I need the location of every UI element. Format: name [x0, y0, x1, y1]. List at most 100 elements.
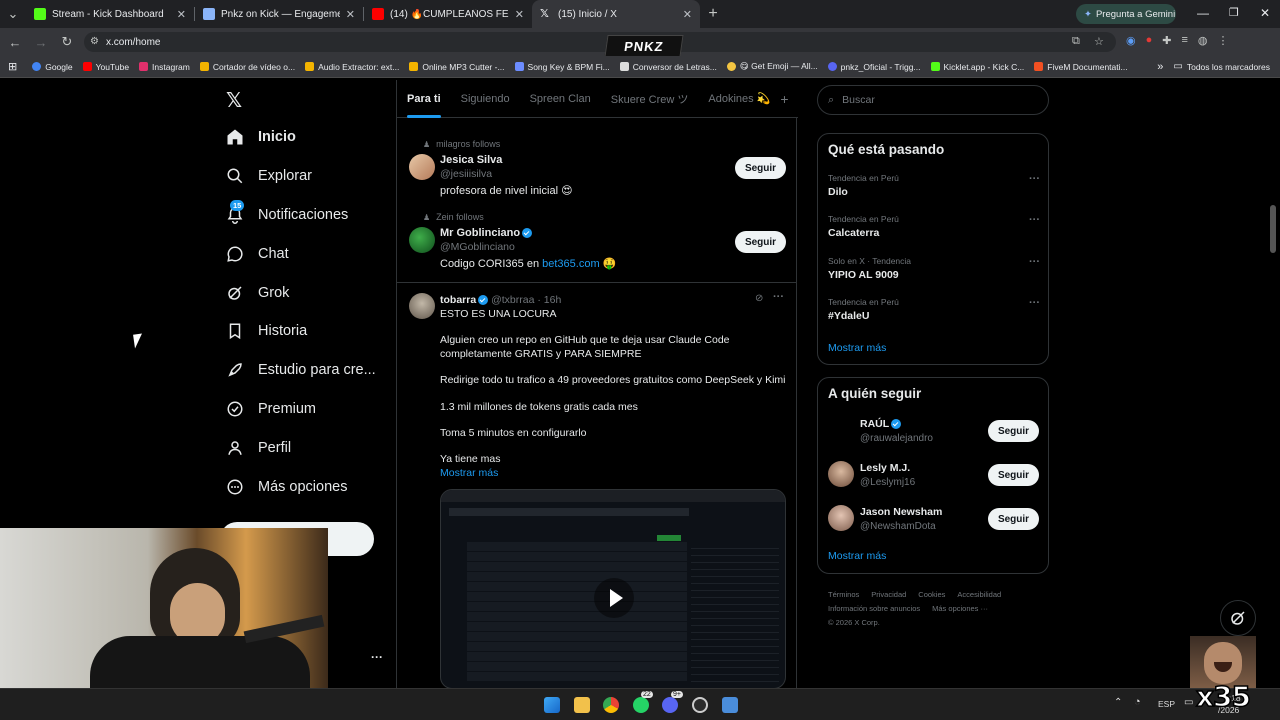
all-bookmarks-folder[interactable]: ▭ Todos los marcadores [1168, 61, 1280, 72]
network-icon[interactable]: ◔ [1134, 696, 1141, 708]
footer-link[interactable]: Términos [828, 588, 859, 602]
tab-skuere-crew[interactable]: Skuere Crew ツ [601, 80, 699, 118]
chrome-menu-icon[interactable]: ⋮ [1218, 34, 1229, 47]
extension-record-icon[interactable]: ● [1146, 34, 1153, 47]
chrome-icon[interactable] [603, 697, 619, 713]
tab-siguiendo[interactable]: Siguiendo [451, 80, 520, 118]
avatar[interactable] [409, 293, 435, 319]
bookmark-get-emoji[interactable]: 😋 Get Emoji — All... [722, 61, 823, 72]
user-name-row[interactable]: Mr Goblinciano [440, 227, 533, 239]
user-handle[interactable]: @Leslymj16 [860, 477, 915, 488]
bio-link[interactable]: bet365.com [542, 258, 599, 270]
footer-link[interactable]: Accesibilidad [957, 588, 1001, 602]
bookmark-song-key[interactable]: Song Key & BPM Fi... [510, 62, 615, 72]
address-bar[interactable]: ⚙ x.com/home ⧉ ☆ [84, 32, 1116, 52]
add-tab-icon[interactable]: + [780, 91, 788, 107]
footer-link[interactable]: Más opciones ··· [932, 602, 988, 616]
follow-button[interactable]: Seguir [988, 464, 1039, 486]
follow-button[interactable]: Seguir [988, 420, 1039, 442]
tweet[interactable]: tobarra @txbrraa · 16h ⊘ ··· ESTO ES UNA… [397, 283, 796, 688]
nav-item-premium[interactable]: Premium [226, 400, 316, 418]
grok-small-icon[interactable]: ⊘ [755, 293, 763, 304]
avatar[interactable] [409, 227, 435, 253]
forward-icon[interactable]: → [28, 29, 54, 55]
media-control-icon[interactable]: ≡ [1181, 34, 1187, 47]
close-window-icon[interactable]: ✕ [1260, 6, 1270, 20]
avatar[interactable] [828, 461, 854, 487]
user-name[interactable]: Lesly M.J. [860, 462, 910, 474]
back-icon[interactable]: ← [2, 29, 28, 55]
nav-item-chat[interactable]: Chat [226, 245, 289, 263]
nav-item-grok[interactable]: Grok [226, 284, 289, 302]
nav-item-notificaciones[interactable]: 15 Notificaciones [226, 200, 348, 224]
tab-close-icon[interactable]: ✕ [515, 8, 524, 21]
show-more-link[interactable]: Mostrar más [828, 342, 886, 354]
reload-icon[interactable]: ↻ [54, 29, 80, 55]
play-button[interactable] [594, 578, 634, 618]
bookmark-instagram[interactable]: Instagram [134, 62, 195, 72]
trend-item[interactable]: Tendencia en Perú #YdaleU ··· [828, 297, 1040, 322]
site-info-icon[interactable]: ⚙ [90, 36, 99, 47]
avatar[interactable] [409, 154, 435, 180]
suggestion-row[interactable]: RAÚL @rauwalejandro Seguir [828, 417, 1040, 453]
avatar[interactable] [828, 419, 854, 445]
account-more-icon[interactable]: ··· [371, 650, 383, 664]
follow-button[interactable]: Seguir [988, 508, 1039, 530]
bookmark-star-icon[interactable]: ☆ [1094, 35, 1104, 48]
user-handle[interactable]: @MGoblinciano [440, 241, 515, 253]
bookmarks-overflow-icon[interactable]: » [1152, 61, 1168, 73]
user-handle[interactable]: @rauwalejandro [860, 433, 933, 444]
bookmark-kicklet[interactable]: Kicklet.app - Kick C... [926, 62, 1030, 72]
nav-item-perfil[interactable]: Perfil [226, 439, 291, 457]
tab-adokines[interactable]: Adokines 💫 [698, 80, 780, 118]
follow-button[interactable]: Seguir [735, 231, 786, 253]
bookmark-google[interactable]: Google [27, 62, 77, 72]
browser-tab-0[interactable]: Stream - Kick Dashboard ✕ [26, 0, 194, 28]
extension-wave-icon[interactable]: ◉ [1126, 34, 1136, 47]
who-to-follow-cell[interactable]: ♟ milagros follows Jesica Silva @jesiiisi… [397, 136, 796, 206]
tab-close-icon[interactable]: ✕ [346, 8, 355, 21]
tab-spreen-clan[interactable]: Spreen Clan [520, 80, 601, 118]
bookmark-fivem[interactable]: FiveM Documentati... [1029, 62, 1132, 72]
bookmark-triggers[interactable]: pnkz_Oficial - Trigg... [823, 62, 926, 72]
apps-grid-icon[interactable]: ⊞ [0, 60, 27, 73]
new-tab-icon[interactable]: + [700, 1, 726, 27]
bookmark-audio-extractor[interactable]: Audio Extractor: ext... [300, 62, 404, 72]
show-more-link[interactable]: Mostrar más [440, 467, 788, 480]
language-indicator[interactable]: ESP [1158, 699, 1175, 709]
author-name[interactable]: tobarra [440, 294, 476, 306]
discord-icon[interactable] [662, 697, 678, 713]
grok-floating-button[interactable] [1220, 600, 1256, 636]
trend-more-icon[interactable]: ··· [1029, 297, 1040, 309]
display-icon[interactable]: ▭ [1184, 697, 1193, 708]
user-handle[interactable]: @jesiiisilva [440, 168, 492, 180]
user-name[interactable]: Jesica Silva [440, 154, 502, 166]
tab-close-icon[interactable]: ✕ [683, 8, 692, 21]
minimize-icon[interactable]: — [1197, 6, 1209, 20]
tab-search-chevron-icon[interactable]: ⌄ [0, 1, 26, 27]
trend-more-icon[interactable]: ··· [1029, 214, 1040, 226]
browser-tab-3[interactable]: 𝕏 (15) Inicio / X ✕ [532, 0, 700, 28]
trend-item[interactable]: Solo en X · Tendencia YIPIO AL 9009 ··· [828, 256, 1040, 281]
profile-avatar-icon[interactable]: ◍ [1198, 34, 1208, 47]
extensions-puzzle-icon[interactable]: ✚ [1162, 34, 1171, 47]
restore-icon[interactable]: ❐ [1229, 6, 1239, 19]
suggestion-row[interactable]: Jason Newsham @NewshamDota Seguir [828, 505, 1040, 541]
browser-tab-2[interactable]: (14) 🔥CUMPLEAÑOS FEKA🔥 ✕ [364, 0, 532, 28]
user-name[interactable]: RAÚL [860, 418, 889, 430]
nav-item-historia[interactable]: Historia [226, 322, 307, 340]
tweet-video[interactable] [440, 489, 786, 688]
avatar[interactable] [828, 505, 854, 531]
bookmark-video-cutter[interactable]: Cortador de vídeo o... [195, 62, 300, 72]
install-app-icon[interactable]: ⧉ [1072, 35, 1080, 48]
author-handle[interactable]: @txbrraa [491, 294, 534, 306]
footer-link[interactable]: Privacidad [871, 588, 906, 602]
search-box[interactable]: ⌕ Buscar [817, 85, 1049, 115]
footer-link[interactable]: Cookies [918, 588, 945, 602]
bookmark-letter-converter[interactable]: Conversor de Letras... [615, 62, 722, 72]
trend-item[interactable]: Tendencia en Perú Dilo ··· [828, 173, 1040, 198]
nav-item-estudio[interactable]: Estudio para cre... [226, 361, 376, 379]
x-logo-icon[interactable]: 𝕏 [226, 88, 242, 113]
nav-item-inicio[interactable]: Inicio [226, 128, 296, 146]
trend-more-icon[interactable]: ··· [1029, 173, 1040, 185]
